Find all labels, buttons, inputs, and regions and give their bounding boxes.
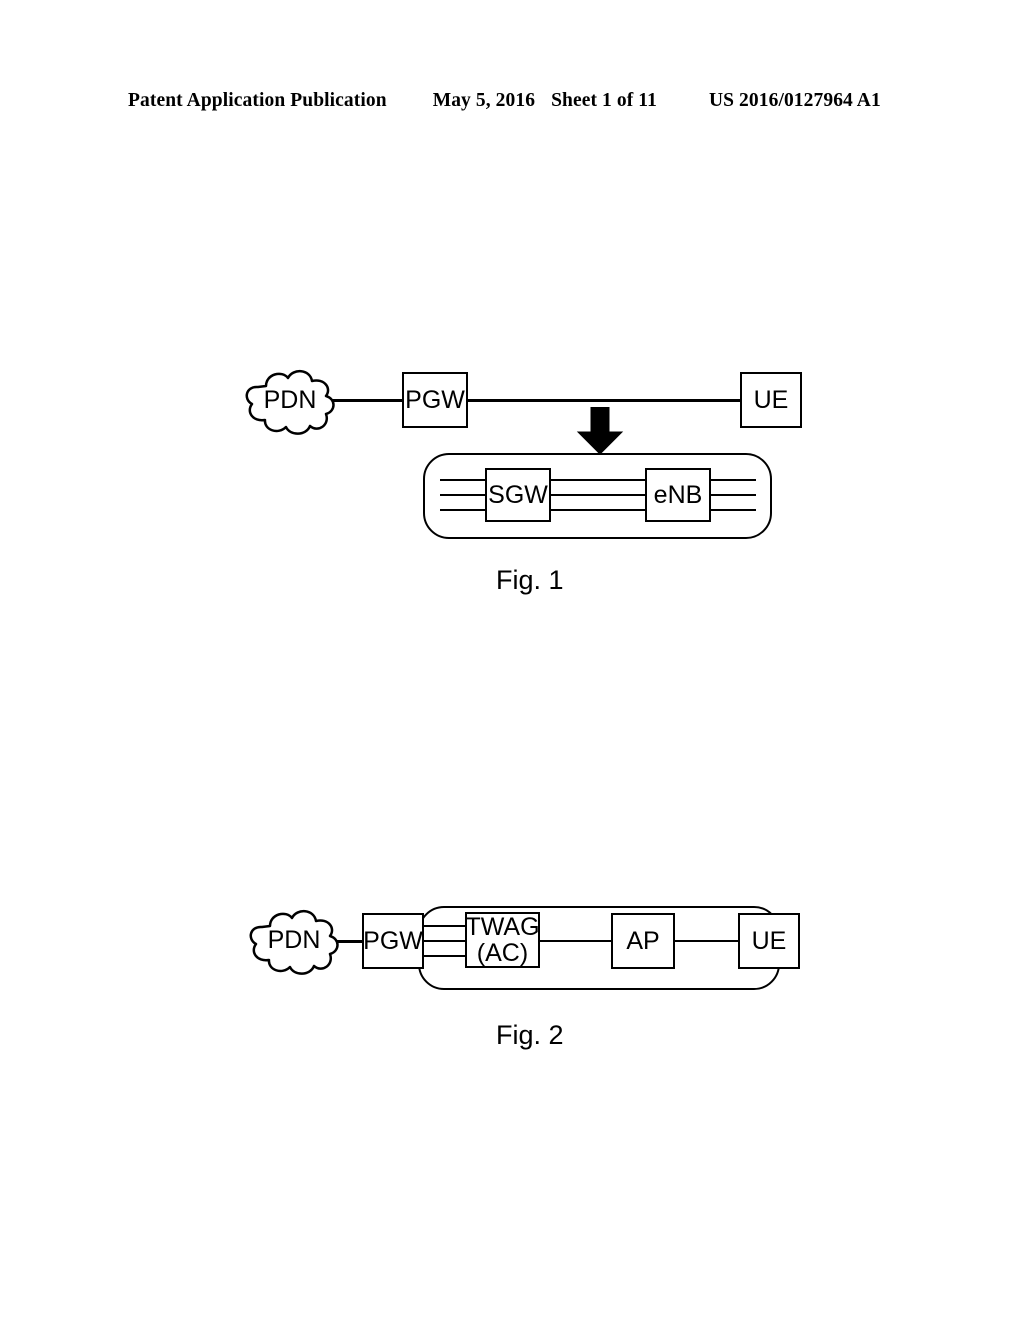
bus-line-1-mid-fig1 (550, 479, 646, 481)
sgw-label-fig1: SGW (488, 481, 548, 509)
pgw-box-fig1: PGW (402, 372, 468, 428)
pdn-label-fig2: PDN (267, 926, 321, 954)
arrow-down-icon (576, 406, 624, 455)
pgw-label-fig2: PGW (363, 927, 423, 955)
sgw-box-fig1: SGW (485, 468, 551, 522)
bus-line-2-fig2 (423, 940, 467, 942)
enb-box-fig1: eNB (645, 468, 711, 522)
bus-line-2-left-fig1 (440, 494, 485, 496)
pgw-box-fig2: PGW (362, 913, 424, 969)
pgw-label-fig1: PGW (405, 386, 465, 414)
bus-line-1-fig2 (423, 925, 467, 927)
bus-line-2-mid-fig1 (550, 494, 646, 496)
bus-line-3-right-fig1 (710, 509, 756, 511)
bus-line-3-left-fig1 (440, 509, 485, 511)
figure-2-caption: Fig. 2 (496, 1020, 564, 1050)
link-pgw-ue-fig1 (466, 399, 742, 402)
group-boundary-fig1 (423, 453, 772, 539)
twag-box-fig2: TWAG (AC) (465, 912, 540, 968)
link-ap-ue-fig2 (674, 940, 739, 942)
bus-line-2-right-fig1 (710, 494, 756, 496)
ap-label-fig2: AP (626, 927, 660, 955)
ue-box-fig2: UE (738, 913, 800, 969)
bus-line-1-right-fig1 (710, 479, 756, 481)
ue-label-fig1: UE (753, 386, 789, 414)
ap-box-fig2: AP (611, 913, 675, 969)
bus-line-3-fig2 (423, 955, 467, 957)
link-twag-ap-fig2 (539, 940, 612, 942)
bus-line-3-mid-fig1 (550, 509, 646, 511)
twag-sublabel-fig2: (AC) (476, 939, 529, 967)
pdn-cloud-fig2: PDN (240, 906, 348, 976)
twag-label-fig2: TWAG (465, 913, 540, 941)
ue-label-fig2: UE (751, 927, 787, 955)
pdn-cloud-fig1: PDN (236, 366, 344, 436)
figure-2: PDN PGW TWAG (AC) AP UE Fig. 2 (0, 0, 1024, 1320)
ue-box-fig1: UE (740, 372, 802, 428)
down-arrow-fig1 (576, 406, 624, 455)
patent-drawing-sheet: Patent Application Publication May 5, 20… (0, 0, 1024, 1320)
pdn-label-fig1: PDN (263, 386, 317, 414)
bus-line-1-left-fig1 (440, 479, 485, 481)
enb-label-fig1: eNB (653, 481, 703, 509)
